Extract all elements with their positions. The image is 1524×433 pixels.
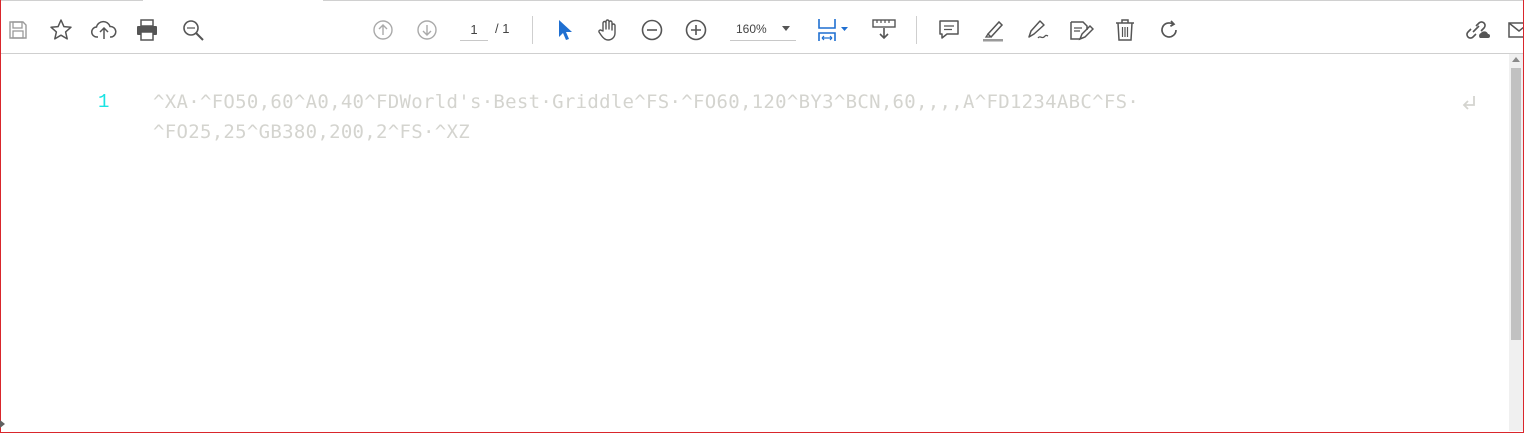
tab-divider: [323, 0, 1523, 1]
delete-icon[interactable]: [1108, 6, 1142, 53]
print-icon[interactable]: [130, 6, 164, 53]
scroll-mode-icon[interactable]: [867, 6, 901, 53]
toolbar-separator: [916, 16, 917, 44]
highlight-icon[interactable]: [976, 6, 1010, 53]
select-pointer-icon[interactable]: [547, 6, 581, 53]
comment-icon[interactable]: [932, 6, 966, 53]
zoom-value: 160%: [736, 22, 767, 36]
next-page-icon[interactable]: [410, 6, 444, 53]
code-line-1: ^XA·^FO50,60^A0,40^FDWorld's·Best·Griddl…: [153, 91, 1140, 113]
zoom-in-icon[interactable]: [679, 6, 713, 53]
word-wrap-icon: [1462, 96, 1475, 110]
left-edge-marker: [0, 420, 5, 428]
previous-page-icon[interactable]: [366, 6, 400, 53]
hand-icon[interactable]: [591, 6, 625, 53]
page-number-input[interactable]: [460, 18, 488, 41]
vertical-scrollbar[interactable]: [1509, 54, 1523, 431]
edit-pdf-icon[interactable]: [1064, 6, 1098, 53]
share-link-icon[interactable]: [1460, 6, 1494, 53]
draw-icon[interactable]: [1020, 6, 1054, 53]
line-number: 1: [98, 91, 110, 113]
toolbar-separator: [532, 16, 533, 44]
upload-cloud-icon[interactable]: [87, 6, 121, 53]
email-icon[interactable]: [1501, 6, 1523, 53]
page-total: / 1: [495, 21, 510, 36]
scrollbar-thumb[interactable]: [1511, 68, 1521, 340]
chevron-down-icon: [782, 26, 790, 31]
zoom-out-icon[interactable]: [635, 6, 669, 53]
tab-divider: [1, 0, 143, 1]
code-line-2: ^FO25,25^GB380,200,2^FS·^XZ: [153, 121, 470, 143]
fit-page-icon[interactable]: [811, 6, 855, 53]
find-zoom-icon[interactable]: [176, 6, 210, 53]
bookmark-star-icon[interactable]: [44, 6, 78, 53]
toolbar: / 1 160%: [1, 6, 1523, 54]
active-tab-gap: [143, 0, 323, 1]
zoom-select[interactable]: 160%: [730, 18, 796, 41]
save-icon[interactable]: [1, 6, 35, 53]
scroll-up-icon[interactable]: [1512, 57, 1520, 62]
rotate-icon[interactable]: [1152, 6, 1186, 53]
